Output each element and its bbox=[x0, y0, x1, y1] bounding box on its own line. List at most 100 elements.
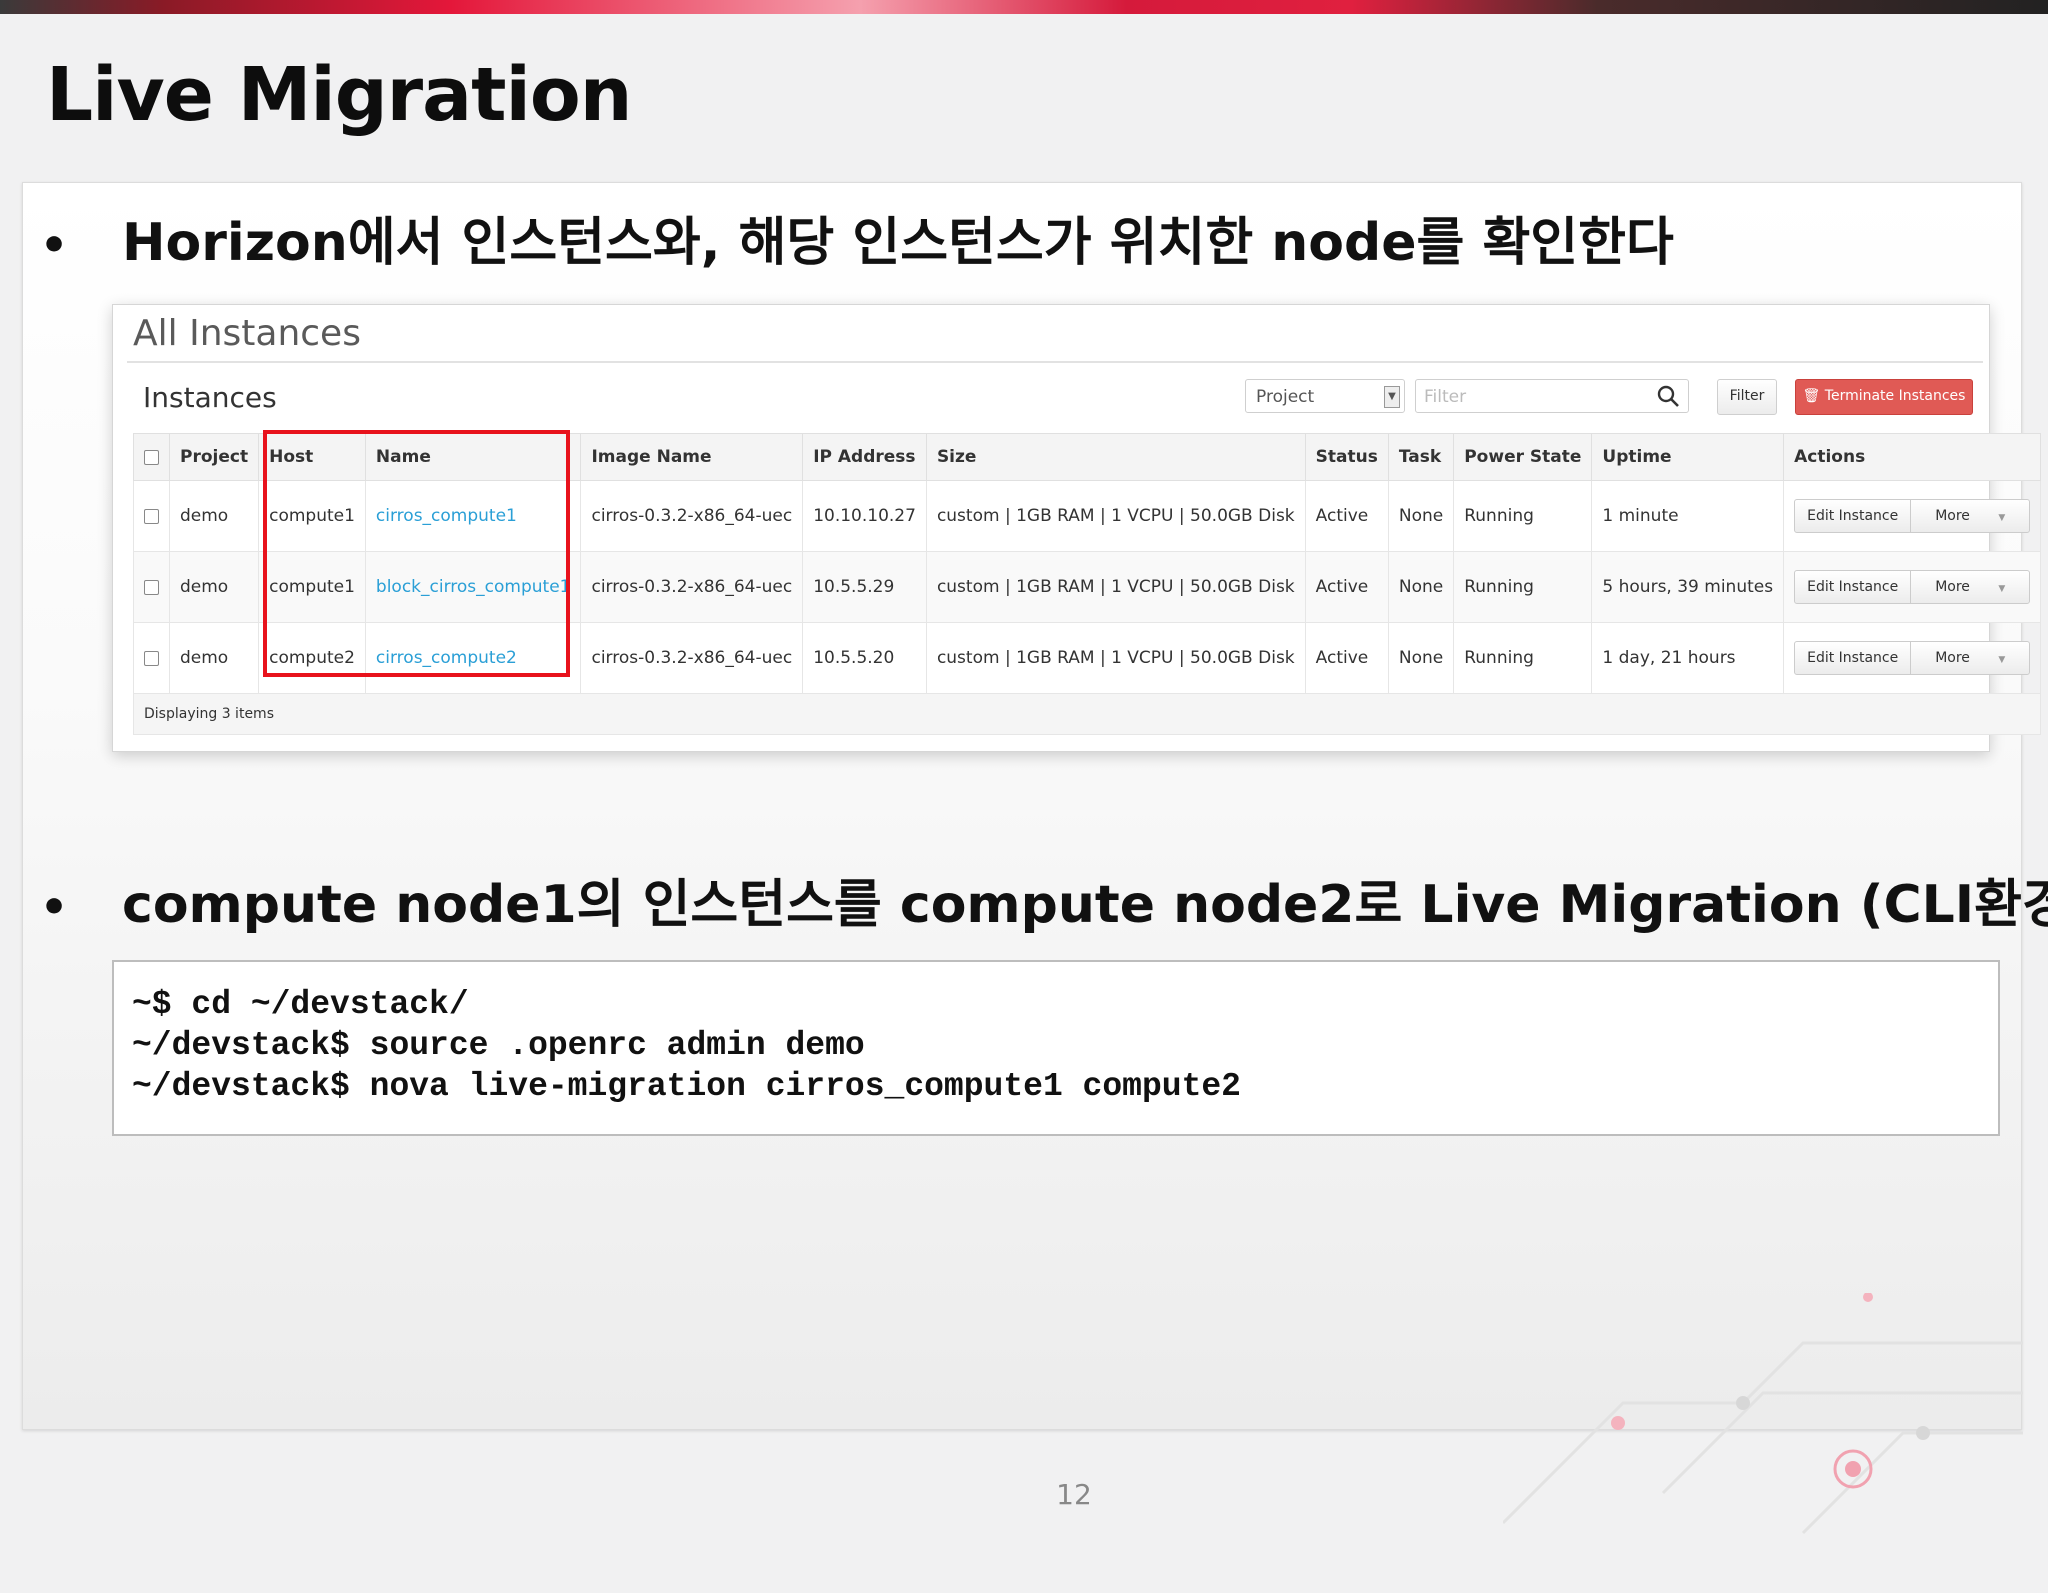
more-dropdown-button[interactable]: More ▼ bbox=[1910, 500, 2029, 532]
cell-actions: Edit Instance More ▼ bbox=[1783, 551, 2042, 623]
cell-status: Active bbox=[1304, 622, 1389, 694]
bullet-text: Horizon에서 인스턴스와, 해당 인스턴스가 위치한 node를 확인한다 bbox=[122, 213, 1674, 273]
cell-host: compute2 bbox=[258, 622, 366, 694]
row-select-cell[interactable] bbox=[133, 480, 170, 552]
select-all-checkbox[interactable] bbox=[144, 449, 159, 465]
cell-ip: 10.5.5.29 bbox=[802, 551, 927, 623]
top-accent-bar bbox=[0, 0, 2048, 14]
instances-table: Project Host Name Image Name IP Address … bbox=[132, 433, 2042, 735]
chevron-down-icon: ▼ bbox=[1384, 386, 1400, 408]
row-select-cell[interactable] bbox=[133, 551, 170, 623]
bullet-dot: • bbox=[40, 882, 69, 933]
more-label: More bbox=[1935, 650, 1970, 666]
column-header[interactable]: Power State bbox=[1453, 433, 1593, 481]
table-row: demo compute1 block_cirros_compute1 cirr… bbox=[133, 551, 2042, 623]
column-header[interactable]: Size bbox=[925, 433, 1306, 481]
bullet-dot: • bbox=[40, 220, 69, 271]
cell-power-state: Running bbox=[1453, 480, 1593, 552]
bullet-1: • Horizon에서 인스턴스와, 해당 인스턴스가 위치한 node를 확인한… bbox=[40, 200, 1674, 275]
column-header[interactable]: Image Name bbox=[580, 433, 804, 481]
instance-name-link[interactable]: cirros_compute2 bbox=[364, 622, 582, 694]
bullet-text: compute node1의 인스턴스를 compute node2로 Live… bbox=[122, 875, 2048, 935]
cell-size: custom | 1GB RAM | 1 VCPU | 50.0GB Disk bbox=[925, 551, 1306, 623]
cell-ip: 10.5.5.20 bbox=[802, 622, 927, 694]
cell-image: cirros-0.3.2-x86_64-uec bbox=[580, 622, 804, 694]
instance-name-link[interactable]: block_cirros_compute1 bbox=[364, 551, 582, 623]
filter-button[interactable]: Filter bbox=[1717, 379, 1777, 415]
action-button-group: Edit Instance More ▼ bbox=[1794, 570, 2031, 604]
edit-instance-button[interactable]: Edit Instance bbox=[1795, 642, 1910, 674]
more-dropdown-button[interactable]: More ▼ bbox=[1910, 642, 2029, 674]
circuit-decoration bbox=[1503, 1293, 2023, 1535]
cell-image: cirros-0.3.2-x86_64-uec bbox=[580, 551, 804, 623]
cell-project: demo bbox=[168, 551, 260, 623]
column-header[interactable]: Host bbox=[258, 433, 366, 481]
cell-task: None bbox=[1387, 551, 1455, 623]
cell-task: None bbox=[1387, 622, 1455, 694]
divider bbox=[127, 361, 1983, 363]
column-header[interactable]: Task bbox=[1387, 433, 1455, 481]
code-line: ~/devstack$ nova live-migration cirros_c… bbox=[132, 1068, 1241, 1105]
caret-down-icon: ▼ bbox=[1998, 584, 2006, 594]
cell-actions: Edit Instance More ▼ bbox=[1783, 480, 2042, 552]
filter-input[interactable]: Filter bbox=[1415, 379, 1689, 413]
project-select-value: Project bbox=[1256, 387, 1315, 407]
row-checkbox[interactable] bbox=[144, 650, 159, 666]
trash-icon: 🗑 bbox=[1802, 388, 1821, 404]
column-header: Actions bbox=[1783, 433, 2042, 481]
project-select[interactable]: Project ▼ bbox=[1245, 379, 1405, 413]
caret-down-icon: ▼ bbox=[1998, 655, 2006, 665]
horizon-screenshot: All Instances Instances Project ▼ Filter… bbox=[112, 304, 2042, 752]
section-title: Instances bbox=[143, 381, 277, 414]
filter-placeholder: Filter bbox=[1424, 387, 1467, 407]
cell-status: Active bbox=[1304, 551, 1389, 623]
row-checkbox[interactable] bbox=[144, 579, 159, 595]
page-title: All Instances bbox=[133, 313, 361, 354]
cell-project: demo bbox=[168, 622, 260, 694]
select-all-header[interactable] bbox=[133, 433, 170, 481]
caret-down-icon: ▼ bbox=[1998, 513, 2006, 523]
more-label: More bbox=[1935, 579, 1970, 595]
more-dropdown-button[interactable]: More ▼ bbox=[1910, 571, 2029, 603]
cell-host: compute1 bbox=[258, 551, 366, 623]
column-header[interactable]: Project bbox=[168, 433, 260, 481]
table-row: demo compute1 cirros_compute1 cirros-0.3… bbox=[133, 480, 2042, 552]
column-header[interactable]: IP Address bbox=[802, 433, 927, 481]
bullet-2: • compute node1의 인스턴스를 compute node2로 Liv… bbox=[40, 862, 2048, 937]
cell-power-state: Running bbox=[1453, 551, 1593, 623]
cell-uptime: 1 day, 21 hours bbox=[1591, 622, 1785, 694]
action-button-group: Edit Instance More ▼ bbox=[1794, 499, 2031, 533]
cell-task: None bbox=[1387, 480, 1455, 552]
cli-code-block: ~$ cd ~/devstack/ ~/devstack$ source .op… bbox=[112, 960, 2000, 1136]
row-select-cell[interactable] bbox=[133, 622, 170, 694]
cell-image: cirros-0.3.2-x86_64-uec bbox=[580, 480, 804, 552]
cell-actions: Edit Instance More ▼ bbox=[1783, 622, 2042, 694]
table-footer-row: Displaying 3 items bbox=[132, 693, 2042, 735]
cell-uptime: 1 minute bbox=[1591, 480, 1785, 552]
table-header-row: Project Host Name Image Name IP Address … bbox=[133, 433, 2042, 481]
terminate-label: Terminate Instances bbox=[1824, 388, 1966, 404]
edit-instance-button[interactable]: Edit Instance bbox=[1795, 500, 1910, 532]
slide-title: Live Migration bbox=[46, 52, 632, 138]
cell-project: demo bbox=[168, 480, 260, 552]
column-header[interactable]: Name bbox=[364, 433, 582, 481]
cell-host: compute1 bbox=[258, 480, 366, 552]
page-number: 12 bbox=[1056, 1478, 1092, 1511]
code-line: ~/devstack$ source .openrc admin demo bbox=[132, 1027, 865, 1064]
table-row: demo compute2 cirros_compute2 cirros-0.3… bbox=[133, 622, 2042, 694]
more-label: More bbox=[1935, 508, 1970, 524]
instance-name-link[interactable]: cirros_compute1 bbox=[364, 480, 582, 552]
row-checkbox[interactable] bbox=[144, 508, 159, 524]
cell-size: custom | 1GB RAM | 1 VCPU | 50.0GB Disk bbox=[925, 622, 1306, 694]
column-header[interactable]: Status bbox=[1304, 433, 1389, 481]
terminate-instances-button[interactable]: 🗑 Terminate Instances bbox=[1795, 379, 1973, 415]
cell-uptime: 5 hours, 39 minutes bbox=[1591, 551, 1785, 623]
edit-instance-button[interactable]: Edit Instance bbox=[1795, 571, 1910, 603]
cell-size: custom | 1GB RAM | 1 VCPU | 50.0GB Disk bbox=[925, 480, 1306, 552]
code-line: ~$ cd ~/devstack/ bbox=[132, 986, 469, 1023]
cell-power-state: Running bbox=[1453, 622, 1593, 694]
cell-status: Active bbox=[1304, 480, 1389, 552]
column-header[interactable]: Uptime bbox=[1591, 433, 1785, 481]
action-button-group: Edit Instance More ▼ bbox=[1794, 641, 2031, 675]
search-icon bbox=[1657, 385, 1679, 407]
